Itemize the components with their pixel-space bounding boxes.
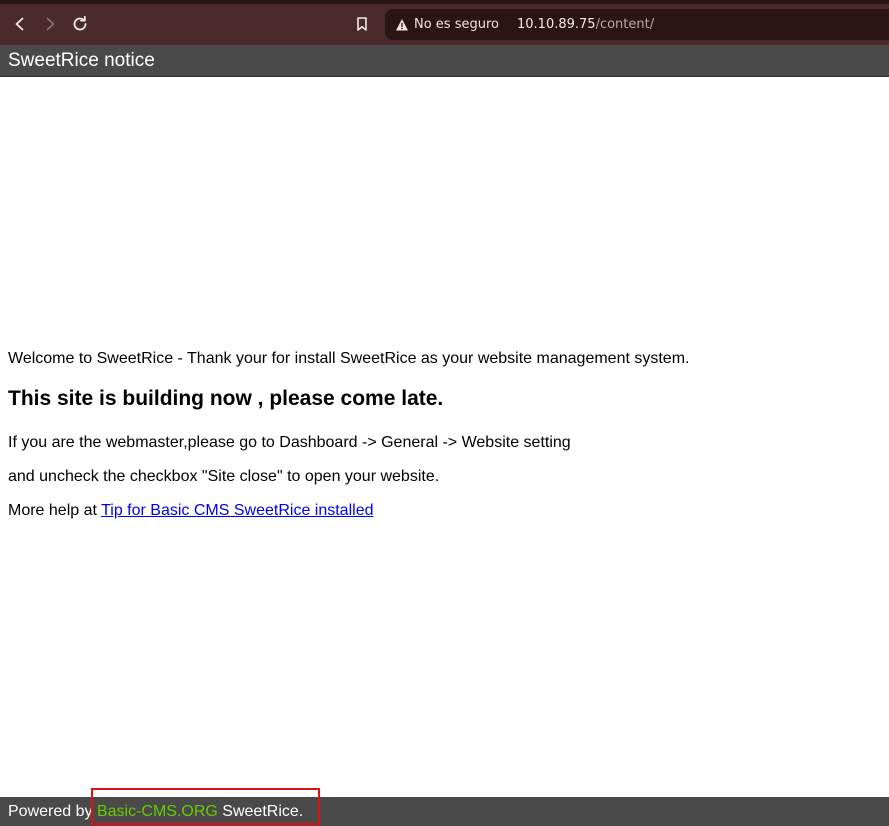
page-header: SweetRice notice: [0, 45, 889, 77]
browser-toolbar: No es seguro 10.10.89.75/content/: [0, 0, 889, 45]
instruction-line-2: and uncheck the checkbox "Site close" to…: [8, 468, 440, 485]
warning-icon[interactable]: [395, 18, 409, 32]
footer-suffix: SweetRice.: [217, 803, 304, 820]
footer-prefix: Powered by: [8, 803, 97, 820]
back-icon: [15, 17, 24, 31]
footer-text: Powered by Basic-CMS.ORG SweetRice.: [8, 803, 303, 821]
footer: Powered by Basic-CMS.ORG SweetRice.: [0, 797, 889, 826]
back-button[interactable]: [8, 12, 32, 36]
bookmark-icon: [357, 17, 367, 31]
reload-icon: [73, 15, 87, 31]
building-notice: This site is building now , please come …: [8, 387, 444, 410]
url-path: /content/: [595, 17, 655, 32]
bookmark-button[interactable]: [350, 12, 374, 36]
reload-button[interactable]: [68, 12, 92, 36]
url-host: 10.10.89.75: [517, 17, 596, 32]
page-title: SweetRice notice: [8, 50, 155, 71]
help-link[interactable]: Tip for Basic CMS SweetRice installed: [101, 502, 373, 519]
welcome-text: Welcome to SweetRice - Thank your for in…: [8, 350, 690, 367]
forward-button[interactable]: [38, 12, 62, 36]
help-line: More help at Tip for Basic CMS SweetRice…: [8, 501, 373, 521]
help-prefix: More help at: [8, 502, 102, 519]
address-bar[interactable]: No es seguro 10.10.89.75/content/: [385, 9, 889, 40]
forward-icon: [46, 17, 55, 31]
footer-link[interactable]: Basic-CMS.ORG: [97, 803, 218, 820]
instruction-line-1: If you are the webmaster,please go to Da…: [8, 434, 571, 451]
security-label[interactable]: No es seguro: [414, 17, 499, 32]
